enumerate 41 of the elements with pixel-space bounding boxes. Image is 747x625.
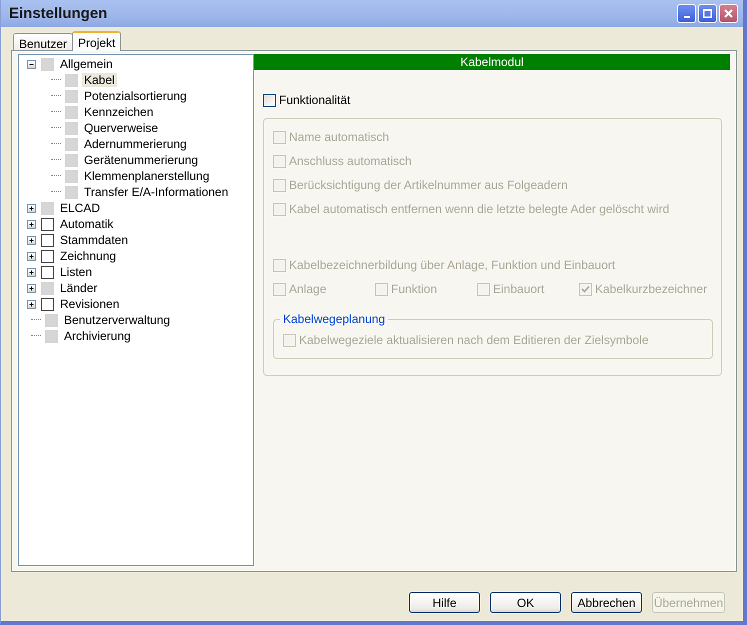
checkbox-label: Einbauort xyxy=(493,282,544,296)
expand-icon[interactable] xyxy=(27,220,36,228)
dialog-button[interactable]: Abbrechen xyxy=(571,592,642,613)
tab[interactable]: Benutzer xyxy=(13,33,74,50)
maximize-button[interactable] xyxy=(698,4,717,23)
tree-checkbox[interactable] xyxy=(41,298,54,310)
minimize-icon xyxy=(684,16,690,18)
expand-icon[interactable] xyxy=(27,268,36,276)
close-button[interactable] xyxy=(719,4,738,23)
checkbox-label: Berücksichtigung der Artikelnummer aus Folgeadern xyxy=(289,178,568,192)
section-header: Kabelmodul xyxy=(254,54,730,70)
window-title: Einstellungen xyxy=(9,5,108,22)
tree-item[interactable]: Listen xyxy=(58,265,94,279)
tree-checkbox[interactable] xyxy=(41,266,54,278)
checkbox-label: Funktionalität xyxy=(279,93,350,107)
tree-checkbox[interactable] xyxy=(41,250,54,262)
tab[interactable]: Projekt xyxy=(72,31,122,51)
expand-icon[interactable] xyxy=(27,236,36,244)
expand-icon[interactable] xyxy=(27,300,36,308)
minimize-button[interactable] xyxy=(677,4,696,23)
tree-checkbox[interactable] xyxy=(41,234,54,246)
tree-checkbox[interactable] xyxy=(41,218,54,230)
tree-item[interactable]: Automatik xyxy=(58,217,116,231)
maximize-icon xyxy=(703,9,712,18)
tree-item[interactable]: Stammdaten xyxy=(58,233,130,247)
checkbox-label: Kabel automatisch entfernen wenn die letzte belegte Ader gelöscht wird xyxy=(289,202,670,216)
group-title: Kabelwegeplanung xyxy=(280,312,388,326)
dialog-button[interactable]: OK xyxy=(490,592,561,613)
checkbox-label: Kabelwegeziele aktualisieren nach dem Editieren der Zielsymbole xyxy=(299,333,649,347)
checkbox-label: Name automatisch xyxy=(289,130,390,144)
checkbox-label: Kabelbezeichnerbildung über Anlage, Funktion und Einbauort xyxy=(289,258,616,272)
checkbox-label: Anlage xyxy=(289,282,326,296)
dialog-button[interactable]: Hilfe xyxy=(409,592,480,613)
checkbox-label: Funktion xyxy=(391,282,438,296)
checkbox-label: Anschluss automatisch xyxy=(289,154,412,168)
tree-item[interactable]: Revisionen xyxy=(58,297,122,311)
checkbox-label: Kabelkurzbezeichner xyxy=(595,282,708,296)
expand-icon[interactable] xyxy=(27,252,36,260)
tree-item[interactable]: Zeichnung xyxy=(58,249,118,263)
checkbox[interactable] xyxy=(263,94,276,106)
close-icon xyxy=(724,9,733,18)
